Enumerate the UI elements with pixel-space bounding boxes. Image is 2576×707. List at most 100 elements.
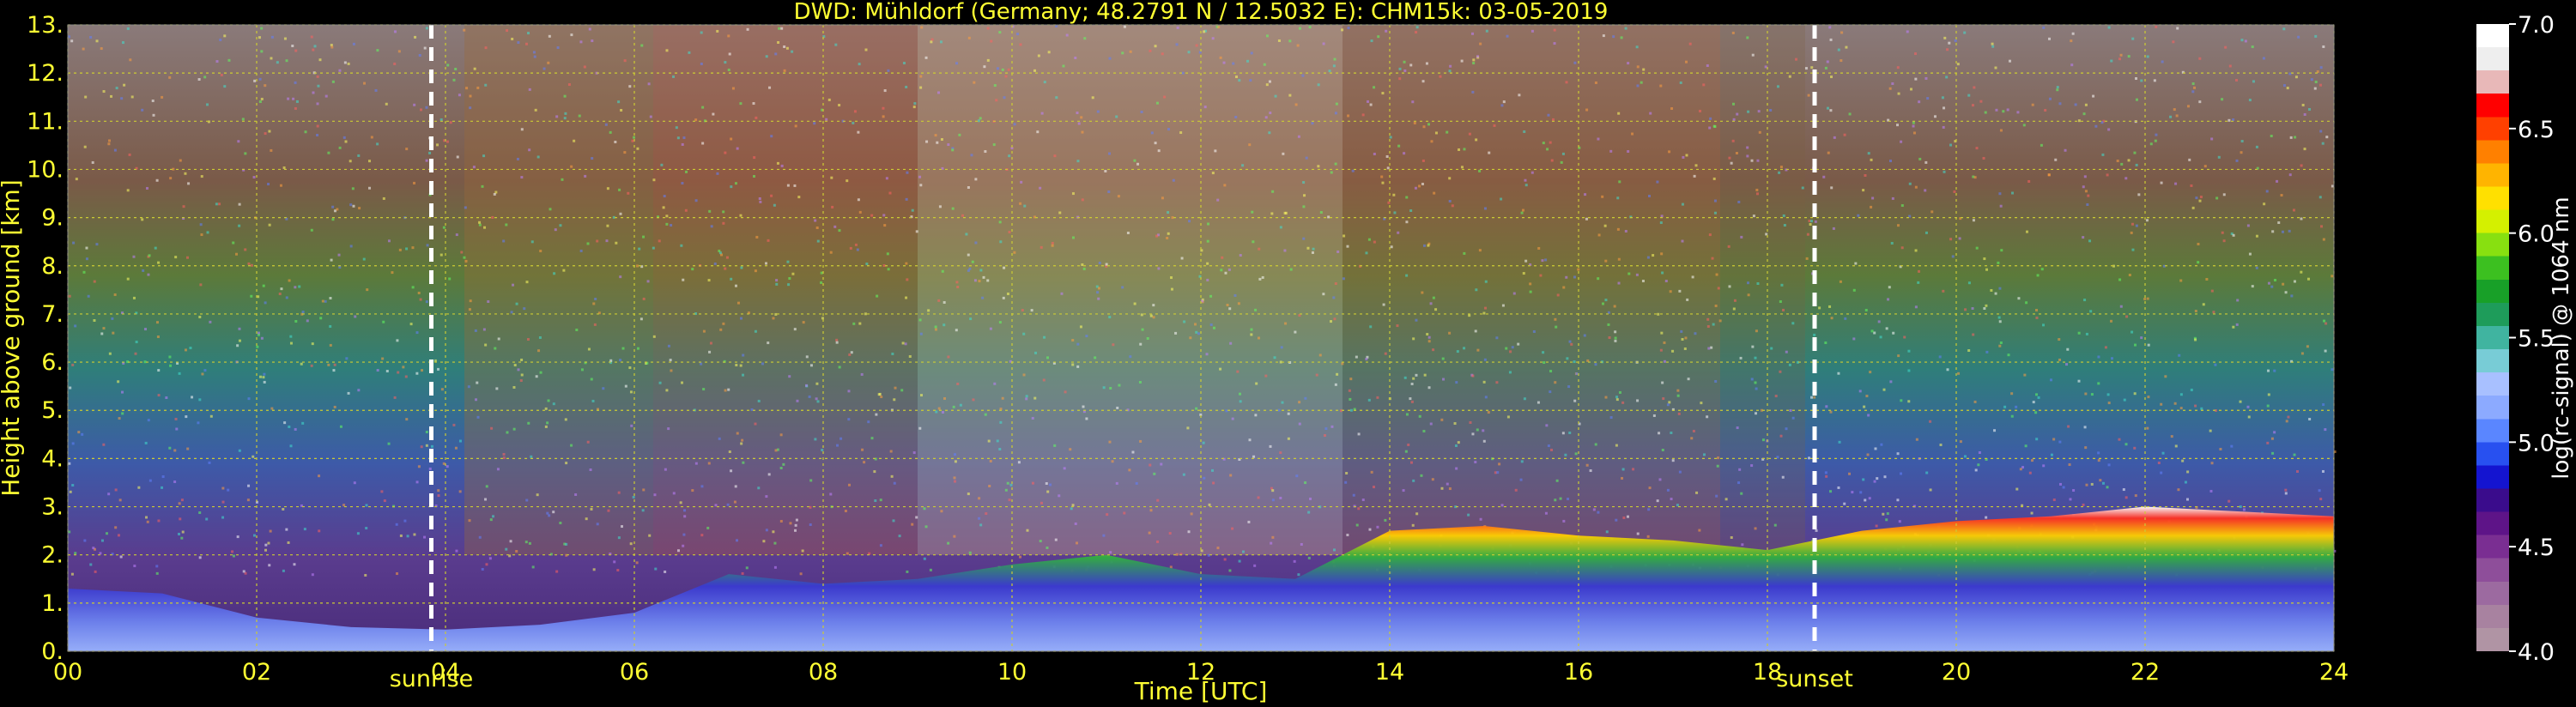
noise-dot [1549, 370, 1553, 373]
noise-dot [865, 263, 869, 266]
noise-dot [2031, 459, 2034, 462]
noise-dot [484, 498, 488, 501]
noise-dot [174, 417, 178, 420]
noise-dot [809, 364, 813, 367]
noise-dot [591, 39, 594, 43]
noise-dot [206, 103, 209, 106]
noise-dot [1139, 439, 1143, 443]
noise-dot [849, 246, 852, 250]
noise-dot [722, 221, 725, 225]
noise-dot [2118, 57, 2121, 61]
noise-dot [488, 557, 492, 560]
noise-dot [425, 27, 428, 30]
noise-dot [269, 529, 272, 533]
noise-dot [494, 347, 497, 350]
noise-dot [74, 324, 77, 328]
noise-dot [1413, 121, 1416, 124]
noise-dot [1051, 241, 1054, 245]
noise-dot [520, 358, 524, 361]
noise-dot [777, 40, 780, 44]
noise-dot [1377, 35, 1380, 39]
noise-dot [852, 121, 855, 124]
noise-dot [270, 407, 274, 410]
noise-dot [2246, 224, 2250, 227]
noise-dot [1505, 347, 1508, 350]
noise-dot [1333, 57, 1336, 61]
noise-dot [1694, 332, 1697, 335]
noise-dot [1004, 488, 1008, 492]
noise-dot [1979, 100, 1983, 103]
noise-dot [83, 145, 87, 148]
noise-dot [1592, 508, 1596, 511]
noise-dot [1300, 542, 1303, 546]
noise-dot [1938, 355, 1942, 359]
noise-dot [1478, 249, 1482, 252]
noise-dot [2017, 297, 2021, 300]
noise-dot [708, 209, 712, 213]
noise-dot [1487, 411, 1490, 414]
noise-dot [1373, 86, 1376, 89]
noise-dot [1887, 298, 1890, 301]
noise-dot [175, 427, 179, 431]
noise-dot [642, 235, 646, 239]
noise-dot [918, 175, 922, 178]
noise-dot [839, 437, 843, 440]
noise-dot [1398, 67, 1402, 70]
noise-dot [2300, 352, 2304, 355]
noise-dot [2110, 357, 2113, 360]
noise-dot [411, 246, 415, 250]
noise-dot [1347, 27, 1350, 30]
noise-dot [425, 106, 428, 109]
noise-dot [247, 484, 251, 487]
noise-dot [1700, 402, 1703, 405]
noise-dot [556, 46, 560, 50]
noise-dot [535, 375, 538, 378]
noise-dot [257, 331, 260, 335]
noise-dot [1945, 76, 1949, 79]
noise-dot [1269, 112, 1272, 115]
noise-dot [264, 543, 268, 547]
noise-dot [144, 441, 148, 444]
noise-dot [1999, 129, 2003, 132]
noise-dot [1685, 154, 1688, 157]
noise-dot [161, 486, 164, 489]
noise-dot [1545, 424, 1549, 427]
noise-dot [1297, 573, 1300, 577]
noise-dot [1924, 189, 1927, 192]
noise-dot [1449, 64, 1452, 68]
noise-dot [590, 507, 593, 511]
noise-dot [482, 154, 486, 158]
noise-dot [2036, 274, 2040, 277]
noise-dot [502, 239, 506, 243]
noise-dot [1678, 289, 1682, 293]
noise-dot [602, 387, 605, 390]
noise-dot [1657, 312, 1660, 316]
noise-dot [635, 561, 639, 565]
noise-dot [1004, 75, 1008, 78]
noise-dot [2186, 105, 2190, 108]
noise-dot [2003, 405, 2007, 408]
noise-dot [2106, 486, 2109, 489]
noise-dot [252, 176, 256, 179]
noise-dot [1457, 441, 1460, 444]
noise-dot [1421, 159, 1425, 162]
noise-dot [107, 142, 111, 146]
noise-dot [2083, 426, 2087, 429]
noise-dot [1206, 262, 1209, 265]
noise-dot [292, 97, 295, 100]
noise-dot [2160, 471, 2163, 474]
noise-dot [1605, 530, 1609, 534]
noise-dot [439, 118, 443, 121]
noise-dot [958, 133, 961, 136]
noise-dot [1357, 432, 1361, 436]
noise-dot [1512, 292, 1516, 295]
noise-dot [741, 571, 744, 575]
noise-dot [1900, 140, 1903, 143]
noise-dot [1585, 108, 1589, 112]
noise-dot [1888, 87, 1892, 90]
noise-dot [2306, 277, 2310, 281]
noise-dot [2255, 266, 2258, 269]
noise-dot [2185, 498, 2189, 501]
noise-dot [1279, 451, 1282, 455]
noise-dot [2118, 438, 2121, 441]
